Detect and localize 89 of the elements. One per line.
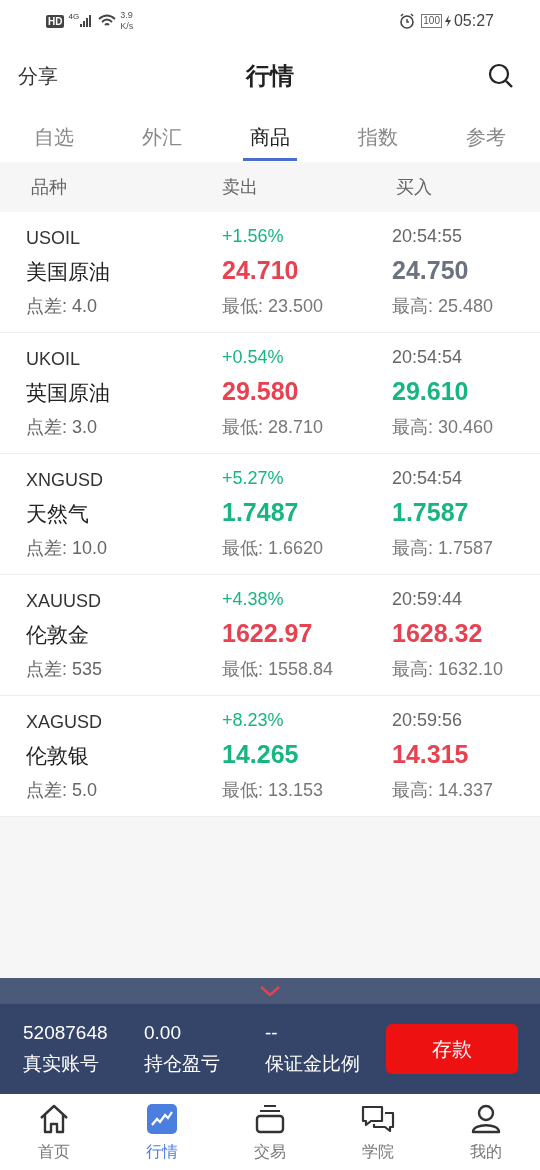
column-header: 买入 bbox=[396, 175, 432, 199]
person-icon bbox=[470, 1104, 502, 1134]
chart-icon bbox=[146, 1104, 178, 1134]
high-price: 最高: 25.480 bbox=[392, 295, 495, 318]
quote-time: 20:54:54 bbox=[392, 467, 464, 490]
category-tab[interactable]: 商品 bbox=[216, 110, 324, 162]
buy-price: 29.610 bbox=[392, 376, 470, 407]
buy-price: 14.315 bbox=[392, 739, 470, 770]
home-icon bbox=[38, 1104, 70, 1134]
change-percent: +5.27% bbox=[222, 467, 285, 490]
low-price: 最低: 1558.84 bbox=[222, 658, 335, 681]
account-value: 0.00 bbox=[144, 1021, 182, 1045]
account-value: -- bbox=[265, 1021, 279, 1045]
quote-time: 20:54:55 bbox=[392, 225, 464, 248]
quote-row[interactable]: XAUUSD 伦敦金 点差: 535 +4.38% 1622.97 最低: 1558.84 20:59:44 1628.32 最高: 1632.10 bbox=[0, 575, 540, 696]
spread-text: 点差: 10.0 bbox=[26, 537, 109, 560]
sell-price: 1.7487 bbox=[222, 497, 300, 528]
account-label: 保证金比例 bbox=[265, 1052, 361, 1076]
quote-row[interactable]: USOIL 美国原油 点差: 4.0 +1.56% 24.710 最低: 23.500 20:54:55 24.750 最高: 25.480 bbox=[0, 212, 540, 333]
spread-text: 点差: 535 bbox=[26, 658, 104, 681]
nav-tab[interactable]: 我的 bbox=[432, 1094, 540, 1170]
buy-price: 1628.32 bbox=[392, 618, 484, 649]
chat-icon bbox=[360, 1104, 396, 1134]
quote-time: 20:59:56 bbox=[392, 709, 464, 732]
symbol-code: XNGUSD bbox=[26, 469, 104, 492]
chevron-down-icon bbox=[259, 985, 281, 997]
instrument-name: 伦敦金 bbox=[26, 622, 90, 648]
category-tab[interactable]: 外汇 bbox=[108, 110, 216, 162]
sell-price: 14.265 bbox=[222, 739, 300, 770]
sell-price: 29.580 bbox=[222, 376, 300, 407]
speed-value: 3.9 bbox=[120, 10, 134, 21]
spread-text: 点差: 4.0 bbox=[26, 295, 99, 318]
change-percent: +0.54% bbox=[222, 346, 285, 369]
nav-tab[interactable]: 行情 bbox=[108, 1094, 216, 1170]
account-label: 持仓盈亏 bbox=[144, 1052, 221, 1076]
battery-indicator: 100 bbox=[421, 14, 442, 28]
high-price: 最高: 1.7587 bbox=[392, 537, 495, 560]
high-price: 最高: 14.337 bbox=[392, 779, 495, 802]
hd-badge: HD bbox=[46, 14, 65, 28]
account-value: 52087648 bbox=[23, 1021, 109, 1045]
symbol-code: USOIL bbox=[26, 227, 82, 250]
high-price: 最高: 30.460 bbox=[392, 416, 495, 439]
category-tab[interactable]: 指数 bbox=[324, 110, 432, 162]
symbol-code: UKOIL bbox=[26, 348, 82, 371]
account-label: 真实账号 bbox=[23, 1052, 100, 1076]
quote-time: 20:59:44 bbox=[392, 588, 464, 611]
column-header: 品种 bbox=[30, 175, 68, 199]
low-price: 最低: 1.6620 bbox=[222, 537, 325, 560]
alarm-icon bbox=[399, 13, 416, 29]
change-percent: +1.56% bbox=[222, 225, 285, 248]
quote-row[interactable]: XNGUSD 天然气 点差: 10.0 +5.27% 1.7487 最低: 1.6620 20:54:54 1.7587 最高: 1.7587 bbox=[0, 454, 540, 575]
sell-price: 24.710 bbox=[222, 255, 300, 286]
instrument-name: 英国原油 bbox=[26, 380, 111, 406]
nav-tab[interactable]: 学院 bbox=[324, 1094, 432, 1170]
tray-icon bbox=[254, 1104, 286, 1134]
low-price: 最低: 13.153 bbox=[222, 779, 325, 802]
instrument-name: 伦敦银 bbox=[26, 743, 90, 769]
sell-price: 1622.97 bbox=[222, 618, 314, 649]
high-price: 最高: 1632.10 bbox=[392, 658, 505, 681]
change-percent: +4.38% bbox=[222, 588, 285, 611]
low-price: 最低: 28.710 bbox=[222, 416, 325, 439]
network-label: 4G bbox=[68, 11, 80, 23]
category-tab[interactable]: 自选 bbox=[0, 110, 108, 162]
charging-icon bbox=[444, 15, 451, 27]
symbol-code: XAUUSD bbox=[26, 590, 102, 613]
deposit-button[interactable]: 存款 bbox=[386, 1024, 518, 1074]
nav-tab[interactable]: 交易 bbox=[216, 1094, 324, 1170]
spread-text: 点差: 5.0 bbox=[26, 779, 99, 802]
column-header: 卖出 bbox=[222, 175, 259, 199]
buy-price: 1.7587 bbox=[392, 497, 470, 528]
wifi-icon bbox=[98, 14, 117, 28]
low-price: 最低: 23.500 bbox=[222, 295, 325, 318]
search-icon[interactable] bbox=[488, 63, 514, 89]
instrument-name: 天然气 bbox=[26, 501, 90, 527]
speed-unit: K/s bbox=[120, 21, 134, 32]
quote-row[interactable]: XAGUSD 伦敦银 点差: 5.0 +8.23% 14.265 最低: 13.153 20:59:56 14.315 最高: 14.337 bbox=[0, 696, 540, 817]
signal-icon bbox=[80, 15, 93, 27]
spread-text: 点差: 3.0 bbox=[26, 416, 99, 439]
symbol-code: XAGUSD bbox=[26, 711, 104, 734]
clock-time: 05:27 bbox=[453, 11, 494, 31]
change-percent: +8.23% bbox=[222, 709, 285, 732]
buy-price: 24.750 bbox=[392, 255, 470, 286]
quote-row[interactable]: UKOIL 英国原油 点差: 3.0 +0.54% 29.580 最低: 28.710 20:54:54 29.610 最高: 30.460 bbox=[0, 333, 540, 454]
nav-tab[interactable]: 首页 bbox=[0, 1094, 108, 1170]
instrument-name: 美国原油 bbox=[26, 259, 111, 285]
page-title: 行情 bbox=[246, 61, 294, 91]
quote-time: 20:54:54 bbox=[392, 346, 464, 369]
category-tab[interactable]: 参考 bbox=[432, 110, 540, 162]
share-button[interactable]: 分享 bbox=[18, 61, 78, 91]
